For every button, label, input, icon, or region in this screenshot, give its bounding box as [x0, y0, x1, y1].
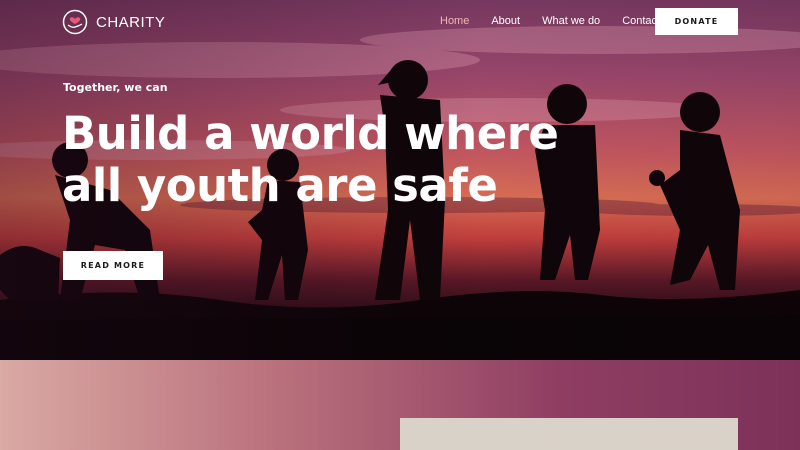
- content-card-image: [400, 418, 738, 450]
- heart-hand-icon: [62, 9, 88, 35]
- nav-what-we-do-link[interactable]: What we do: [542, 15, 600, 27]
- donate-button[interactable]: DONATE: [655, 8, 738, 35]
- hero-headline-line-1: Build a world where: [62, 107, 559, 160]
- brand-logo[interactable]: CHARITY: [62, 9, 165, 35]
- hero-tagline: Together, we can: [63, 81, 168, 94]
- top-navbar: CHARITY Home About What we do Contact DO…: [0, 0, 800, 44]
- nav-home-link[interactable]: Home: [440, 15, 469, 27]
- hero-headline-line-2: all youth are safe: [62, 159, 498, 212]
- nav-about-link[interactable]: About: [491, 15, 520, 27]
- read-more-button[interactable]: READ MORE: [63, 251, 163, 280]
- hero-headline: Build a world where all youth are safe: [62, 107, 559, 212]
- brand-name: CHARITY: [96, 13, 166, 31]
- hero-section: CHARITY Home About What we do Contact DO…: [0, 0, 800, 360]
- main-menu: Home About What we do Contact: [440, 15, 682, 27]
